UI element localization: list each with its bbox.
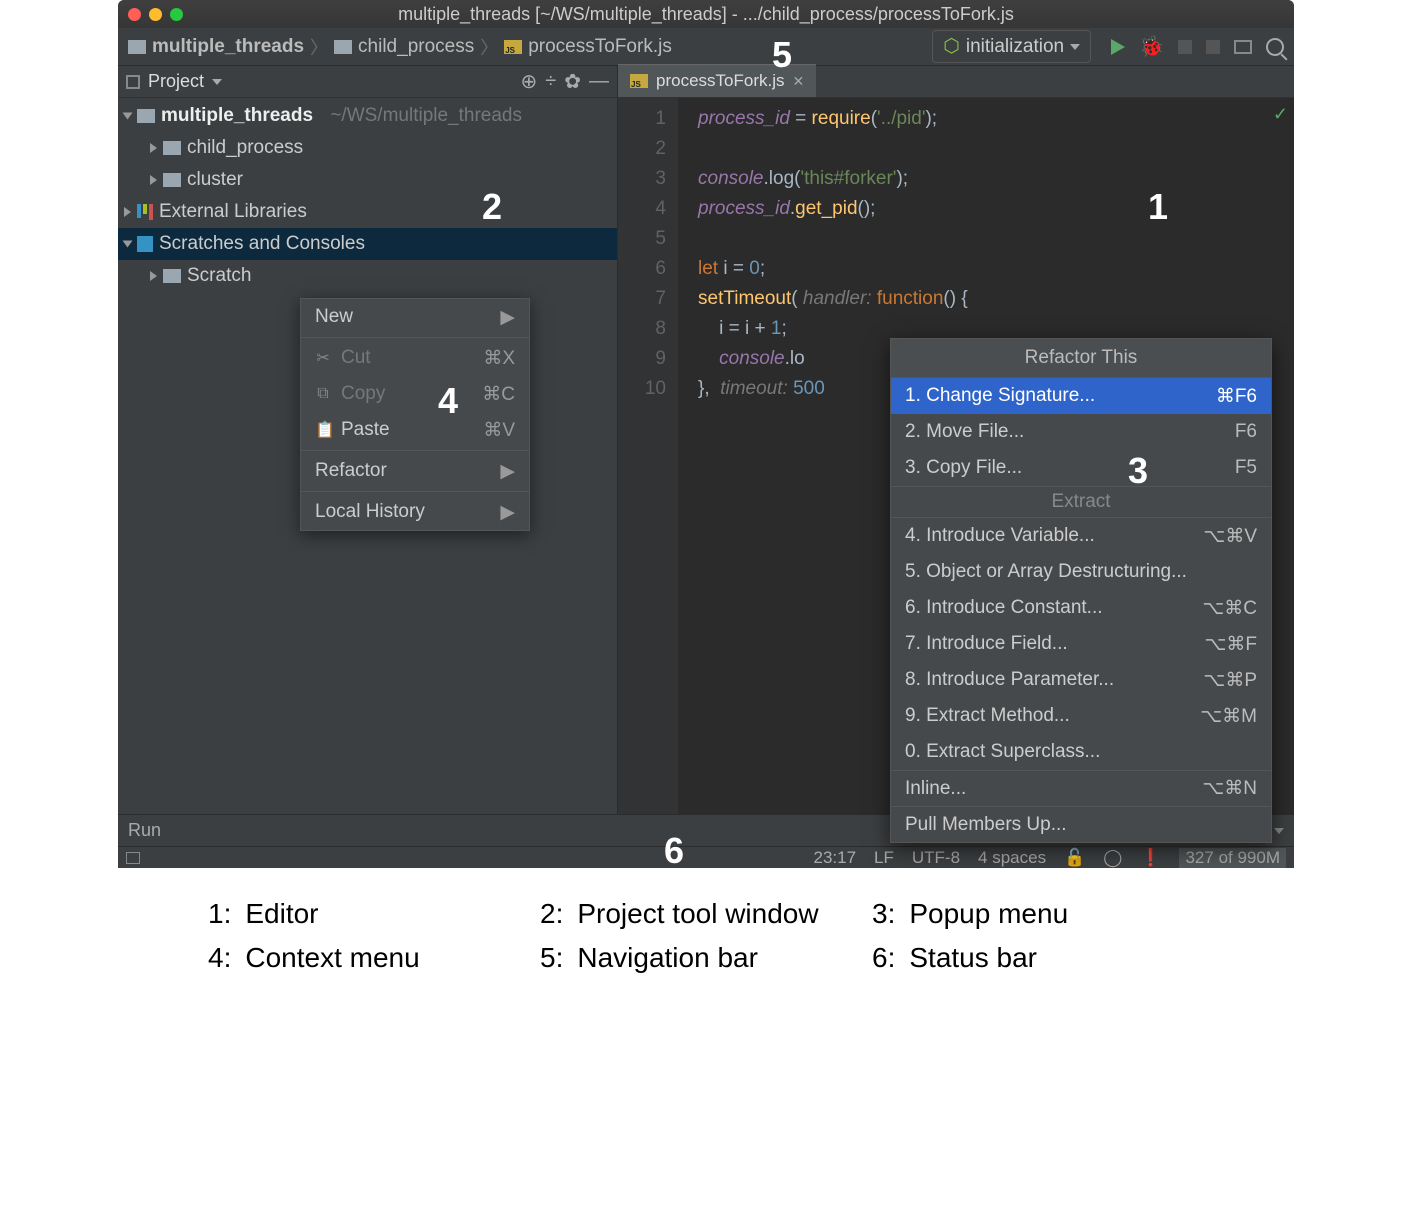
menu-cut[interactable]: ✂Cut⌘X bbox=[301, 340, 529, 376]
run-label: Run bbox=[128, 820, 161, 841]
js-file-icon bbox=[504, 40, 522, 54]
menu-refactor[interactable]: Refactor▶ bbox=[301, 453, 529, 489]
legend-item: 2:Project tool window bbox=[540, 898, 872, 930]
project-tool-header: Project ⊕ ÷ ✿ — bbox=[118, 66, 617, 98]
titlebar: multiple_threads [~/WS/multiple_threads]… bbox=[118, 0, 1294, 28]
chat-icon[interactable]: ◯ bbox=[1103, 848, 1122, 868]
breadcrumb-root[interactable]: multiple_threads bbox=[128, 36, 304, 58]
search-icon[interactable] bbox=[1266, 38, 1284, 56]
window-title: multiple_threads [~/WS/multiple_threads]… bbox=[118, 4, 1294, 25]
breadcrumb-folder[interactable]: child_process bbox=[334, 36, 474, 58]
line-separator[interactable]: LF bbox=[874, 848, 894, 868]
editor-tab[interactable]: processToFork.js ✕ bbox=[618, 64, 816, 97]
library-icon bbox=[137, 204, 153, 220]
project-label: Project bbox=[148, 71, 204, 92]
folder-icon bbox=[163, 269, 181, 283]
folder-icon bbox=[163, 173, 181, 187]
panel-icon[interactable] bbox=[126, 75, 140, 89]
target-icon[interactable]: ⊕ bbox=[520, 69, 537, 94]
legend: 1:Editor 2:Project tool window 3:Popup m… bbox=[118, 898, 1294, 974]
menu-local-history[interactable]: Local History▶ bbox=[301, 494, 529, 530]
legend-item: 1:Editor bbox=[208, 898, 540, 930]
analysis-ok-icon: ✓ bbox=[1273, 104, 1288, 125]
window-controls bbox=[128, 8, 183, 21]
paste-icon: 📋 bbox=[315, 420, 331, 440]
run-icon[interactable] bbox=[1111, 39, 1125, 55]
project-tree: multiple_threads ~/WS/multiple_threads c… bbox=[118, 98, 617, 292]
menu-copy[interactable]: ⧉Copy⌘C bbox=[301, 376, 529, 412]
gutter: 12345678910 bbox=[618, 98, 678, 814]
copy-icon: ⧉ bbox=[315, 385, 331, 403]
cut-icon: ✂ bbox=[315, 348, 331, 368]
tree-folder[interactable]: Scratch bbox=[118, 260, 617, 292]
tree-external-libs[interactable]: External Libraries bbox=[118, 196, 617, 228]
chevron-down-icon bbox=[1070, 44, 1080, 50]
hide-icon[interactable]: — bbox=[589, 70, 609, 93]
popup-introduce-field[interactable]: 7. Introduce Field...⌥⌘F bbox=[891, 626, 1271, 662]
chevron-down-icon[interactable] bbox=[212, 79, 222, 85]
stop-icon[interactable] bbox=[1178, 40, 1192, 54]
collapse-icon[interactable]: ÷ bbox=[545, 70, 556, 93]
caret-position[interactable]: 23:17 bbox=[813, 848, 856, 868]
minimize-window-icon[interactable] bbox=[149, 8, 162, 21]
legend-item: 4:Context menu bbox=[208, 942, 540, 974]
legend-item: 3:Popup menu bbox=[872, 898, 1204, 930]
indent[interactable]: 4 spaces bbox=[978, 848, 1046, 868]
popup-copy-file[interactable]: 3. Copy File...F5 bbox=[891, 450, 1271, 486]
popup-inline[interactable]: Inline...⌥⌘N bbox=[891, 770, 1271, 806]
tree-root[interactable]: multiple_threads ~/WS/multiple_threads bbox=[118, 100, 617, 132]
close-window-icon[interactable] bbox=[128, 8, 141, 21]
legend-item: 5:Navigation bar bbox=[540, 942, 872, 974]
event-log-icon[interactable]: ❗ bbox=[1140, 848, 1161, 868]
breadcrumb-file[interactable]: processToFork.js bbox=[504, 36, 672, 58]
run-config-label: initialization bbox=[966, 36, 1064, 58]
status-bar: 23:17 LF UTF-8 4 spaces 🔓 ◯ ❗ 327 of 990… bbox=[118, 846, 1294, 868]
popup-destructuring[interactable]: 5. Object or Array Destructuring... bbox=[891, 554, 1271, 590]
popup-introduce-parameter[interactable]: 8. Introduce Parameter...⌥⌘P bbox=[891, 662, 1271, 698]
scratches-icon bbox=[137, 236, 153, 252]
legend-item: 6:Status bar bbox=[872, 942, 1204, 974]
tree-scratches[interactable]: Scratches and Consoles bbox=[118, 228, 617, 260]
memory-indicator[interactable]: 327 of 990M bbox=[1179, 848, 1286, 868]
close-tab-icon[interactable]: ✕ bbox=[792, 73, 804, 90]
tool-windows-icon[interactable] bbox=[126, 852, 140, 864]
popup-title: Refactor This bbox=[891, 339, 1271, 378]
popup-pull-members[interactable]: Pull Members Up... bbox=[891, 806, 1271, 842]
context-menu: New▶ ✂Cut⌘X ⧉Copy⌘C 📋Paste⌘V Refactor▶ L… bbox=[300, 298, 530, 531]
popup-move-file[interactable]: 2. Move File...F6 bbox=[891, 414, 1271, 450]
folder-icon bbox=[128, 40, 146, 54]
popup-introduce-constant[interactable]: 6. Introduce Constant...⌥⌘C bbox=[891, 590, 1271, 626]
popup-introduce-variable[interactable]: 4. Introduce Variable...⌥⌘V bbox=[891, 518, 1271, 554]
menu-paste[interactable]: 📋Paste⌘V bbox=[301, 412, 529, 448]
folder-icon bbox=[334, 40, 352, 54]
encoding[interactable]: UTF-8 bbox=[912, 848, 960, 868]
folder-icon bbox=[137, 109, 155, 123]
breadcrumb-sep: 〉 bbox=[480, 34, 498, 60]
popup-change-signature[interactable]: 1. Change Signature...⌘F6 bbox=[891, 378, 1271, 414]
refactor-popup: Refactor This 1. Change Signature...⌘F6 … bbox=[890, 338, 1272, 843]
debug-icon[interactable]: 🐞 bbox=[1139, 34, 1164, 59]
breadcrumb-sep: 〉 bbox=[310, 34, 328, 60]
folder-icon bbox=[163, 141, 181, 155]
editor-tabs: processToFork.js ✕ bbox=[618, 66, 1294, 98]
minimize-icon[interactable] bbox=[1274, 828, 1284, 834]
gear-icon[interactable]: ✿ bbox=[564, 69, 581, 94]
navigation-bar: multiple_threads 〉 child_process 〉 proce… bbox=[118, 28, 1294, 66]
stop-icon-2[interactable] bbox=[1206, 40, 1220, 54]
layout-icon[interactable] bbox=[1234, 40, 1252, 54]
nodejs-icon: ⬡ bbox=[943, 35, 960, 58]
js-file-icon bbox=[630, 74, 648, 88]
lock-icon[interactable]: 🔓 bbox=[1064, 848, 1085, 868]
popup-extract-method[interactable]: 9. Extract Method...⌥⌘M bbox=[891, 698, 1271, 734]
tree-folder[interactable]: child_process bbox=[118, 132, 617, 164]
maximize-window-icon[interactable] bbox=[170, 8, 183, 21]
popup-extract-superclass[interactable]: 0. Extract Superclass... bbox=[891, 734, 1271, 770]
menu-new[interactable]: New▶ bbox=[301, 299, 529, 335]
tab-label: processToFork.js bbox=[656, 71, 784, 91]
popup-group-extract: Extract bbox=[891, 486, 1271, 518]
ide-window: multiple_threads [~/WS/multiple_threads]… bbox=[118, 0, 1294, 868]
tree-folder[interactable]: cluster bbox=[118, 164, 617, 196]
run-config-selector[interactable]: ⬡ initialization bbox=[932, 30, 1091, 63]
